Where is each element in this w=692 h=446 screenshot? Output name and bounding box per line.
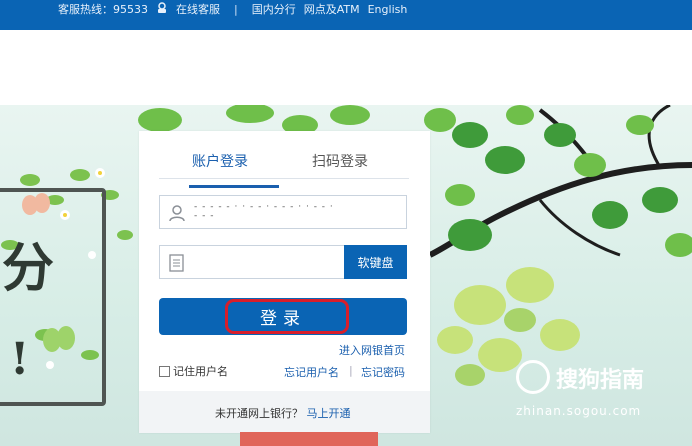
promo-character-2: ! (10, 334, 30, 385)
active-tab-indicator (189, 185, 279, 188)
tab-account-login[interactable]: 账户登录 (192, 151, 248, 171)
username-input[interactable]: - - - - - · · - - · - - - · · - - · - - … (159, 195, 407, 229)
top-bar: 客服热线：95533 在线客服 | 国内分行 网点及ATM English (0, 0, 692, 30)
bottom-decoration (240, 432, 378, 446)
username-value-line-1: - - - - - · · - - · - - - · · - - · (194, 202, 334, 212)
password-input[interactable] (159, 245, 345, 279)
english-link[interactable]: English (368, 3, 408, 16)
top-bar-content: 客服热线：95533 在线客服 | 国内分行 网点及ATM English (58, 0, 407, 18)
username-value: - - - - - · · - - · - - - · · - - · - - … (194, 203, 334, 221)
customer-service-icon (156, 1, 168, 17)
promo-character-1: 分 (2, 238, 55, 299)
signup-text: 未开通网上银行？ 马上开通 (215, 405, 351, 421)
login-tabs: 账户登录 扫码登录 (159, 141, 409, 188)
remember-label: 记住用户名 (173, 365, 228, 378)
login-button[interactable]: 登录 (159, 298, 407, 335)
tab-qr-login[interactable]: 扫码登录 (312, 151, 368, 171)
login-panel: 账户登录 扫码登录 - - - - - · · - - · - - - · · … (139, 131, 430, 433)
sogou-logo-icon (516, 360, 550, 394)
header-space (0, 30, 692, 105)
signup-strip: 未开通网上银行？ 马上开通 (139, 391, 430, 433)
enter-netbank-home-link[interactable]: 进入网银首页 (339, 342, 405, 358)
signup-prompt: 未开通网上银行？ (215, 407, 303, 420)
user-icon (168, 204, 186, 222)
atm-locations-link[interactable]: 网点及ATM (304, 1, 360, 17)
domestic-branches-link[interactable]: 国内分行 (252, 1, 296, 17)
remember-username[interactable]: 记住用户名 (159, 363, 228, 379)
forgot-password-link[interactable]: 忘记密码 (361, 364, 405, 380)
soft-keyboard-button[interactable]: 软键盘 (344, 245, 407, 279)
open-now-link[interactable]: 马上开通 (307, 407, 351, 420)
hotline-text: 客服热线：95533 (58, 3, 148, 16)
topbar-separator: | (234, 2, 238, 16)
watermark-brand: 搜狗指南 (556, 368, 645, 393)
links-divider: | (349, 364, 353, 377)
username-value-line-2: - - - (194, 211, 215, 221)
highlight-annotation (225, 299, 349, 334)
online-service-link[interactable]: 在线客服 (176, 1, 220, 17)
watermark-url: zhinan.sogou.com (516, 404, 642, 418)
forgot-username-link[interactable]: 忘记用户名 (284, 364, 339, 380)
keyboard-doc-icon (168, 254, 186, 272)
remember-checkbox[interactable] (159, 365, 170, 377)
